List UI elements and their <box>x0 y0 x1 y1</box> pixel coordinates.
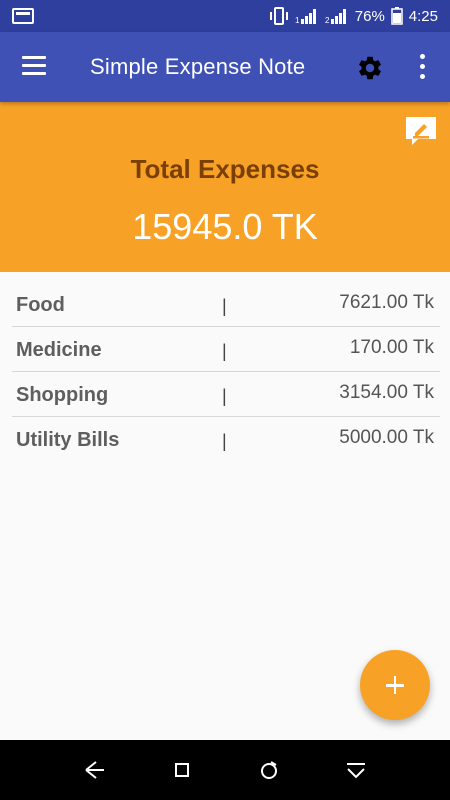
signal-1-icon: 1 <box>295 9 316 24</box>
expense-category: Medicine <box>16 339 102 361</box>
column-separator: | <box>222 341 227 361</box>
column-separator: | <box>222 386 227 406</box>
expense-row-shopping[interactable]: Shopping | 3154.00 Tk <box>12 372 440 417</box>
expense-row-medicine[interactable]: Medicine | 170.00 Tk <box>12 327 440 372</box>
expense-category: Utility Bills <box>16 429 120 451</box>
home-icon[interactable] <box>169 758 195 782</box>
total-expenses-panel: Total Expenses 15945.0 TK <box>0 102 450 272</box>
expense-amount: 3154.00 Tk <box>339 382 434 403</box>
notification-icon <box>12 8 34 24</box>
column-separator: | <box>222 431 227 451</box>
expense-amount: 5000.00 Tk <box>339 427 434 448</box>
recents-icon[interactable] <box>256 758 282 782</box>
expense-list: Food | 7621.00 Tk Medicine | 170.00 Tk S… <box>12 282 440 461</box>
edit-note-icon[interactable] <box>404 114 438 148</box>
gear-icon[interactable] <box>356 54 384 82</box>
signal-2-icon: 2 <box>325 9 346 24</box>
battery-icon <box>391 7 403 25</box>
status-bar: 1 2 76% 4:25 <box>0 0 450 32</box>
battery-percent: 76% <box>354 7 385 25</box>
clock: 4:25 <box>408 7 438 25</box>
expense-row-utility-bills[interactable]: Utility Bills | 5000.00 Tk <box>12 417 440 461</box>
back-icon[interactable] <box>82 758 108 782</box>
expense-amount: 7621.00 Tk <box>339 292 434 313</box>
svg-text:2: 2 <box>325 16 330 24</box>
svg-text:1: 1 <box>295 16 300 24</box>
expense-row-food[interactable]: Food | 7621.00 Tk <box>12 282 440 327</box>
app-bar: Simple Expense Note <box>0 32 450 102</box>
expense-category: Shopping <box>16 384 109 406</box>
app-title: Simple Expense Note <box>90 54 306 79</box>
more-vert-icon[interactable] <box>412 52 432 82</box>
expense-category: Food <box>16 294 65 316</box>
add-expense-button[interactable] <box>360 650 430 720</box>
menu-icon[interactable] <box>22 54 48 80</box>
column-separator: | <box>222 296 227 316</box>
vibrate-icon <box>269 7 288 25</box>
total-expenses-value: 15945.0 TK <box>132 206 318 247</box>
hide-nav-icon[interactable] <box>343 758 369 782</box>
total-expenses-label: Total Expenses <box>130 154 320 184</box>
expense-amount: 170.00 Tk <box>349 337 434 358</box>
navigation-bar <box>0 740 450 800</box>
